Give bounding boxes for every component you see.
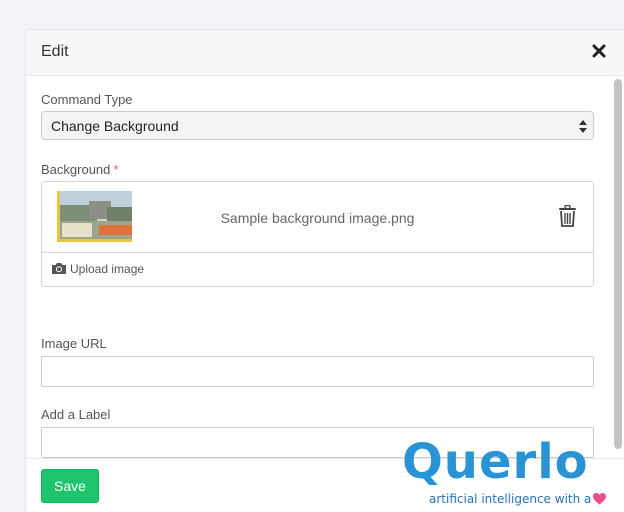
close-icon[interactable] [592, 44, 606, 58]
required-marker: * [113, 162, 119, 177]
image-url-label: Image URL [41, 336, 107, 351]
background-label: Background * [41, 162, 119, 177]
image-url-input[interactable] [41, 356, 594, 387]
logo-tagline: artificial intelligence with a [429, 492, 607, 506]
camera-icon [52, 263, 66, 274]
modal-scrollbar[interactable] [614, 79, 622, 449]
background-upload-box: Sample background image.png Upload image [41, 181, 594, 287]
heart-icon [593, 493, 607, 505]
select-arrows-icon [579, 120, 587, 133]
save-button[interactable]: Save [41, 469, 99, 503]
logo-wordmark: Querlo [402, 434, 589, 490]
background-file-name: Sample background image.png [220, 210, 415, 226]
modal-header: Edit [26, 30, 624, 76]
trash-icon[interactable] [558, 205, 577, 227]
modal-body: Command Type Change Background Backgroun… [26, 77, 624, 458]
background-file-row: Sample background image.png [42, 182, 593, 253]
modal-title: Edit [41, 43, 69, 60]
command-type-select[interactable]: Change Background [41, 111, 594, 140]
querlo-logo: Querlo artificial intelligence with a [402, 432, 612, 512]
add-label-label: Add a Label [41, 407, 111, 422]
upload-image-button[interactable]: Upload image [51, 262, 144, 276]
command-type-label: Command Type [41, 92, 133, 107]
command-type-value: Change Background [51, 118, 179, 134]
